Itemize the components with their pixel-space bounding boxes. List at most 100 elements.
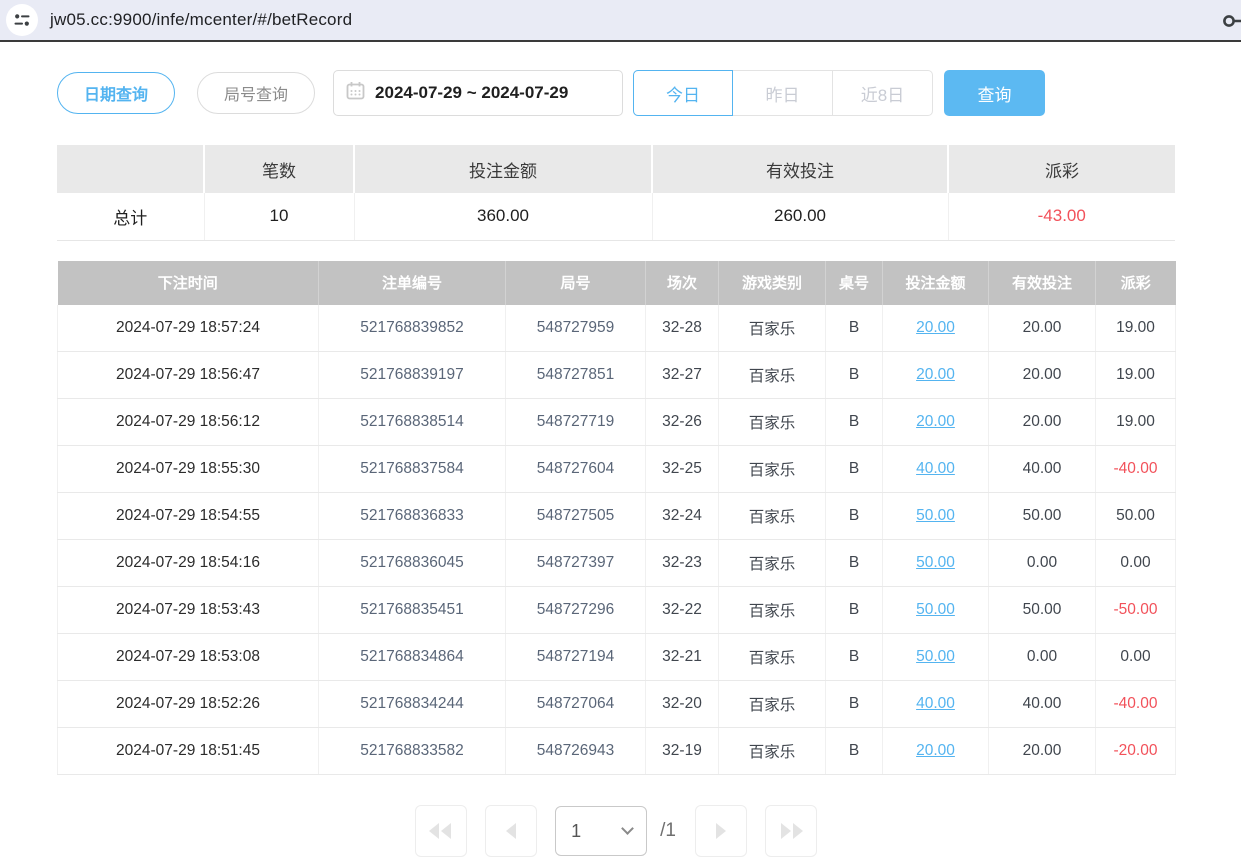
cell-bet-id: 521768835451 xyxy=(319,587,506,634)
cell-bet-amount: 40.00 xyxy=(883,446,989,493)
cell-bet-time: 2024-07-29 18:56:47 xyxy=(58,352,319,399)
summary-header-payout: 派彩 xyxy=(948,145,1175,193)
cell-table-no: B xyxy=(826,681,883,728)
cell-bet-id: 521768839197 xyxy=(319,352,506,399)
cell-table-no: B xyxy=(826,728,883,775)
date-query-tab[interactable]: 日期查询 xyxy=(57,72,175,114)
cell-bet-amount: 20.00 xyxy=(883,305,989,352)
cell-bet-id: 521768834864 xyxy=(319,634,506,681)
cell-game-type: 百家乐 xyxy=(719,399,826,446)
date-range-value: 2024-07-29 ~ 2024-07-29 xyxy=(375,83,568,103)
round-query-tab[interactable]: 局号查询 xyxy=(197,72,315,114)
pagination: 1 /1 xyxy=(57,805,1175,857)
cell-game-type: 百家乐 xyxy=(719,446,826,493)
filter-toolbar: 日期查询 局号查询 2024-07-29 ~ 2024-07-29 今日 昨日 … xyxy=(57,70,1175,116)
cell-bet-time: 2024-07-29 18:56:12 xyxy=(58,399,319,446)
today-button[interactable]: 今日 xyxy=(633,70,733,116)
bet-amount-link[interactable]: 50.00 xyxy=(916,601,955,618)
cell-session: 32-21 xyxy=(646,634,719,681)
cell-payout: 0.00 xyxy=(1096,634,1176,681)
bet-amount-link[interactable]: 20.00 xyxy=(916,413,955,430)
address-bar: jw05.cc:9900/infe/mcenter/#/betRecord xyxy=(0,0,1241,42)
bet-table-header-session: 场次 xyxy=(646,261,719,305)
cell-session: 32-27 xyxy=(646,352,719,399)
last-8-days-button[interactable]: 近8日 xyxy=(833,70,933,116)
table-row: 2024-07-29 18:54:16521768836045548727397… xyxy=(58,540,1176,587)
bet-table-header-bet-id: 注单编号 xyxy=(319,261,506,305)
double-left-arrow-icon xyxy=(429,823,453,839)
summary-header-row: 笔数 投注金额 有效投注 派彩 xyxy=(57,145,1175,193)
table-row: 2024-07-29 18:52:26521768834244548727064… xyxy=(58,681,1176,728)
summary-total-label: 总计 xyxy=(57,193,204,240)
tune-icon[interactable] xyxy=(6,4,38,36)
cell-round-id: 548727194 xyxy=(506,634,646,681)
bet-table-header-valid-bet: 有效投注 xyxy=(989,261,1096,305)
cell-bet-id: 521768839852 xyxy=(319,305,506,352)
cell-bet-id: 521768836045 xyxy=(319,540,506,587)
cell-valid-bet: 20.00 xyxy=(989,352,1096,399)
summary-table: 笔数 投注金额 有效投注 派彩 总计 10 360.00 260.00 -43.… xyxy=(57,145,1175,241)
page-total-label: /1 xyxy=(660,820,676,842)
cell-table-no: B xyxy=(826,634,883,681)
table-row: 2024-07-29 18:51:45521768833582548726943… xyxy=(58,728,1176,775)
bet-amount-link[interactable]: 20.00 xyxy=(916,319,955,336)
cell-bet-time: 2024-07-29 18:54:55 xyxy=(58,493,319,540)
bet-table-header-game-type: 游戏类别 xyxy=(719,261,826,305)
cell-bet-amount: 50.00 xyxy=(883,540,989,587)
summary-header-valid-bet: 有效投注 xyxy=(652,145,948,193)
cell-table-no: B xyxy=(826,587,883,634)
cell-session: 32-22 xyxy=(646,587,719,634)
cell-payout: -40.00 xyxy=(1096,681,1176,728)
bet-amount-link[interactable]: 50.00 xyxy=(916,507,955,524)
cell-table-no: B xyxy=(826,352,883,399)
summary-header-blank xyxy=(57,145,204,193)
right-arrow-icon xyxy=(715,823,727,839)
cell-valid-bet: 0.00 xyxy=(989,540,1096,587)
key-icon[interactable] xyxy=(1222,12,1241,35)
cell-valid-bet: 50.00 xyxy=(989,587,1096,634)
bet-amount-link[interactable]: 20.00 xyxy=(916,742,955,759)
cell-game-type: 百家乐 xyxy=(719,634,826,681)
cell-round-id: 548727604 xyxy=(506,446,646,493)
cell-valid-bet: 0.00 xyxy=(989,634,1096,681)
bet-amount-link[interactable]: 50.00 xyxy=(916,648,955,665)
cell-game-type: 百家乐 xyxy=(719,728,826,775)
bet-amount-link[interactable]: 40.00 xyxy=(916,460,955,477)
table-row: 2024-07-29 18:53:43521768835451548727296… xyxy=(58,587,1176,634)
cell-table-no: B xyxy=(826,493,883,540)
next-page-button[interactable] xyxy=(695,805,747,857)
cell-bet-amount: 20.00 xyxy=(883,352,989,399)
bet-record-table: 下注时间注单编号局号场次游戏类别桌号投注金额有效投注派彩 2024-07-29 … xyxy=(57,261,1176,776)
search-button[interactable]: 查询 xyxy=(944,70,1045,116)
bet-amount-link[interactable]: 20.00 xyxy=(916,366,955,383)
cell-game-type: 百家乐 xyxy=(719,681,826,728)
cell-payout: -50.00 xyxy=(1096,587,1176,634)
table-row: 2024-07-29 18:57:24521768839852548727959… xyxy=(58,305,1176,352)
cell-round-id: 548726943 xyxy=(506,728,646,775)
date-range-picker[interactable]: 2024-07-29 ~ 2024-07-29 xyxy=(333,70,623,116)
cell-round-id: 548727959 xyxy=(506,305,646,352)
first-page-button[interactable] xyxy=(415,805,467,857)
summary-header-bet-amount: 投注金额 xyxy=(354,145,652,193)
url-field[interactable]: jw05.cc:9900/infe/mcenter/#/betRecord xyxy=(50,10,352,30)
cell-session: 32-23 xyxy=(646,540,719,587)
last-page-button[interactable] xyxy=(765,805,817,857)
yesterday-button[interactable]: 昨日 xyxy=(733,70,833,116)
bet-amount-link[interactable]: 50.00 xyxy=(916,554,955,571)
cell-round-id: 548727397 xyxy=(506,540,646,587)
prev-page-button[interactable] xyxy=(485,805,537,857)
table-row: 2024-07-29 18:55:30521768837584548727604… xyxy=(58,446,1176,493)
cell-payout: -20.00 xyxy=(1096,728,1176,775)
cell-round-id: 548727296 xyxy=(506,587,646,634)
cell-game-type: 百家乐 xyxy=(719,352,826,399)
bet-amount-link[interactable]: 40.00 xyxy=(916,695,955,712)
cell-session: 32-26 xyxy=(646,399,719,446)
cell-bet-id: 521768838514 xyxy=(319,399,506,446)
table-row: 2024-07-29 18:56:47521768839197548727851… xyxy=(58,352,1176,399)
page-select[interactable]: 1 xyxy=(555,806,647,856)
cell-bet-id: 521768833582 xyxy=(319,728,506,775)
cell-valid-bet: 40.00 xyxy=(989,446,1096,493)
double-right-arrow-icon xyxy=(779,823,803,839)
cell-session: 32-24 xyxy=(646,493,719,540)
cell-bet-amount: 20.00 xyxy=(883,399,989,446)
